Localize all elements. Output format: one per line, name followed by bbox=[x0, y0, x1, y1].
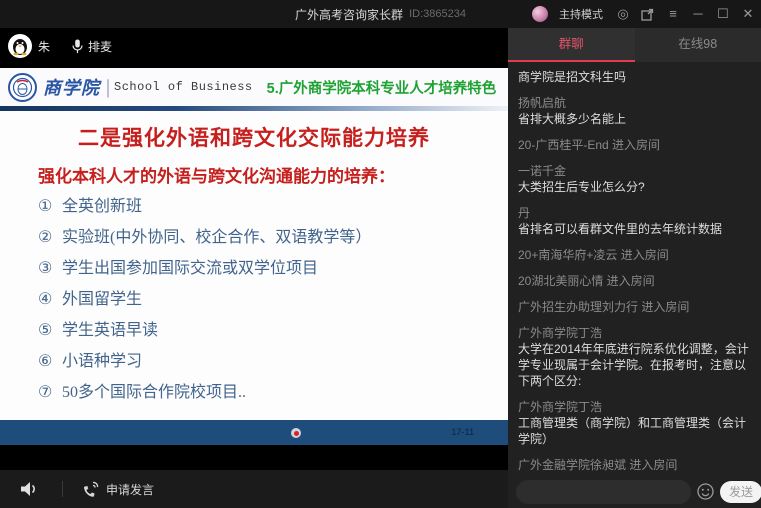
slide-title: 二是强化外语和跨文化交际能力培养 bbox=[0, 122, 508, 152]
microphone-icon bbox=[72, 39, 83, 54]
slide-logo-separator: | bbox=[106, 76, 110, 99]
chat-message: 广外商学院丁浩 大学在2014年年底进行院系优化调整，会计学专业现属于会计学院。… bbox=[518, 325, 751, 389]
emoji-icon[interactable] bbox=[697, 483, 714, 500]
slide-list-item: ①全英创新班 bbox=[38, 191, 508, 222]
maximize-icon[interactable]: ☐ bbox=[716, 0, 730, 28]
slide-header: 商学院 | School of Business 5.广外商学院本科专业人才培养… bbox=[0, 68, 508, 106]
titlebar-controls: 主持模式 ◎ ≡ ─ ☐ ✕ bbox=[532, 0, 755, 28]
close-icon[interactable]: ✕ bbox=[741, 0, 755, 28]
chat-message: 一诺千金 大类招生后专业怎么分? bbox=[518, 163, 751, 195]
host-avatar bbox=[532, 6, 548, 22]
slide-page-number: 17-11 bbox=[451, 427, 474, 437]
slide-list-item: ⑦50多个国际合作院校项目.. bbox=[38, 377, 508, 408]
room-id: ID:3865234 bbox=[409, 8, 466, 20]
slide-footer-bar: 17-11 bbox=[0, 420, 508, 445]
request-speak-label: 申请发言 bbox=[106, 481, 154, 498]
video-area: 朱 排麦 bbox=[0, 28, 508, 470]
chat-panel: 群聊 在线98 商学院是招文科生吗 扬帆启航 省排大概多少名能上 20-广西桂平… bbox=[508, 28, 761, 508]
chat-message: 商学院是招文科生吗 bbox=[518, 69, 751, 85]
mic-queue-label: 排麦 bbox=[88, 38, 112, 55]
chat-system-message: 广外金融学院徐昶斌 进入房间 bbox=[518, 457, 751, 473]
chat-system-message: 广外招生办助理刘力行 进入房间 bbox=[518, 299, 751, 315]
slide-list: ①全英创新班 ②实验班(中外协同、校企合作、双语教学等） ③学生出国参加国际交流… bbox=[38, 191, 508, 408]
tab-group-chat[interactable]: 群聊 bbox=[508, 28, 635, 62]
presentation-slide: 商学院 | School of Business 5.广外商学院本科专业人才培养… bbox=[0, 68, 508, 445]
chat-message-list[interactable]: 商学院是招文科生吗 扬帆启航 省排大概多少名能上 20-广西桂平-End 进入房… bbox=[508, 62, 761, 475]
slide-logo-en: School of Business bbox=[114, 80, 253, 94]
app-window: 广外高考咨询家长群 ID:3865234 主持模式 ◎ ≡ ─ ☐ ✕ bbox=[0, 0, 761, 508]
slide-logo-cn: 商学院 bbox=[43, 74, 100, 100]
chat-system-message: 20+南海华府+凌云 进入房间 bbox=[518, 247, 751, 263]
speaker-button[interactable] bbox=[20, 481, 40, 497]
laser-pointer-dot bbox=[291, 428, 301, 438]
chat-message: 丹 省排名可以看群文件里的去年统计数据 bbox=[518, 205, 751, 237]
popout-icon[interactable] bbox=[641, 8, 655, 21]
settings-icon[interactable]: ◎ bbox=[616, 0, 630, 28]
school-logo-icon bbox=[8, 73, 37, 102]
slide-list-item: ⑤学生英语早读 bbox=[38, 315, 508, 346]
chat-system-message: 20湖北美丽心情 进入房间 bbox=[518, 273, 751, 289]
raise-hand-mic-icon bbox=[83, 481, 99, 497]
slide-divider-band bbox=[0, 106, 508, 111]
mic-queue-button[interactable]: 排麦 bbox=[72, 38, 112, 55]
slide-subtitle: 强化本科人才的外语与跨文化沟通能力的培养： bbox=[38, 162, 508, 187]
slide-list-item: ②实验班(中外协同、校企合作、双语教学等） bbox=[38, 222, 508, 253]
chat-input-bar: 发送 bbox=[508, 475, 761, 508]
presenter-avatar bbox=[8, 34, 32, 58]
titlebar: 广外高考咨询家长群 ID:3865234 主持模式 ◎ ≡ ─ ☐ ✕ bbox=[0, 0, 761, 28]
slide-list-item: ⑥小语种学习 bbox=[38, 346, 508, 377]
chat-tabbar: 群聊 在线98 bbox=[508, 28, 761, 62]
send-button[interactable]: 发送 bbox=[720, 481, 761, 503]
chat-input[interactable] bbox=[516, 480, 691, 504]
chat-message: 广外商学院丁浩 工商管理类（商学院）和工商管理类（会计学院） bbox=[518, 399, 751, 447]
room-title: 广外高考咨询家长群 bbox=[295, 6, 403, 23]
slide-list-item: ④外国留学生 bbox=[38, 284, 508, 315]
divider bbox=[62, 481, 63, 497]
presenter-name: 朱 bbox=[38, 38, 50, 55]
slide-list-item: ③学生出国参加国际交流或双学位项目 bbox=[38, 253, 508, 284]
chat-message: 扬帆启航 省排大概多少名能上 bbox=[518, 95, 751, 127]
minimize-icon[interactable]: ─ bbox=[691, 0, 705, 28]
presenter-bar: 朱 排麦 bbox=[8, 34, 112, 58]
bottom-control-bar: 申请发言 bbox=[0, 470, 508, 508]
tab-online-members[interactable]: 在线98 bbox=[635, 28, 761, 62]
chat-system-message: 20-广西桂平-End 进入房间 bbox=[518, 137, 751, 153]
menu-icon[interactable]: ≡ bbox=[666, 0, 680, 28]
host-mode-label[interactable]: 主持模式 bbox=[559, 6, 603, 22]
titlebar-center: 广外高考咨询家长群 ID:3865234 bbox=[295, 0, 466, 28]
speaker-icon bbox=[20, 481, 40, 497]
request-speak-button[interactable]: 申请发言 bbox=[83, 481, 154, 498]
slide-section-title: 5.广外商学院本科专业人才培养特色 bbox=[267, 77, 497, 98]
